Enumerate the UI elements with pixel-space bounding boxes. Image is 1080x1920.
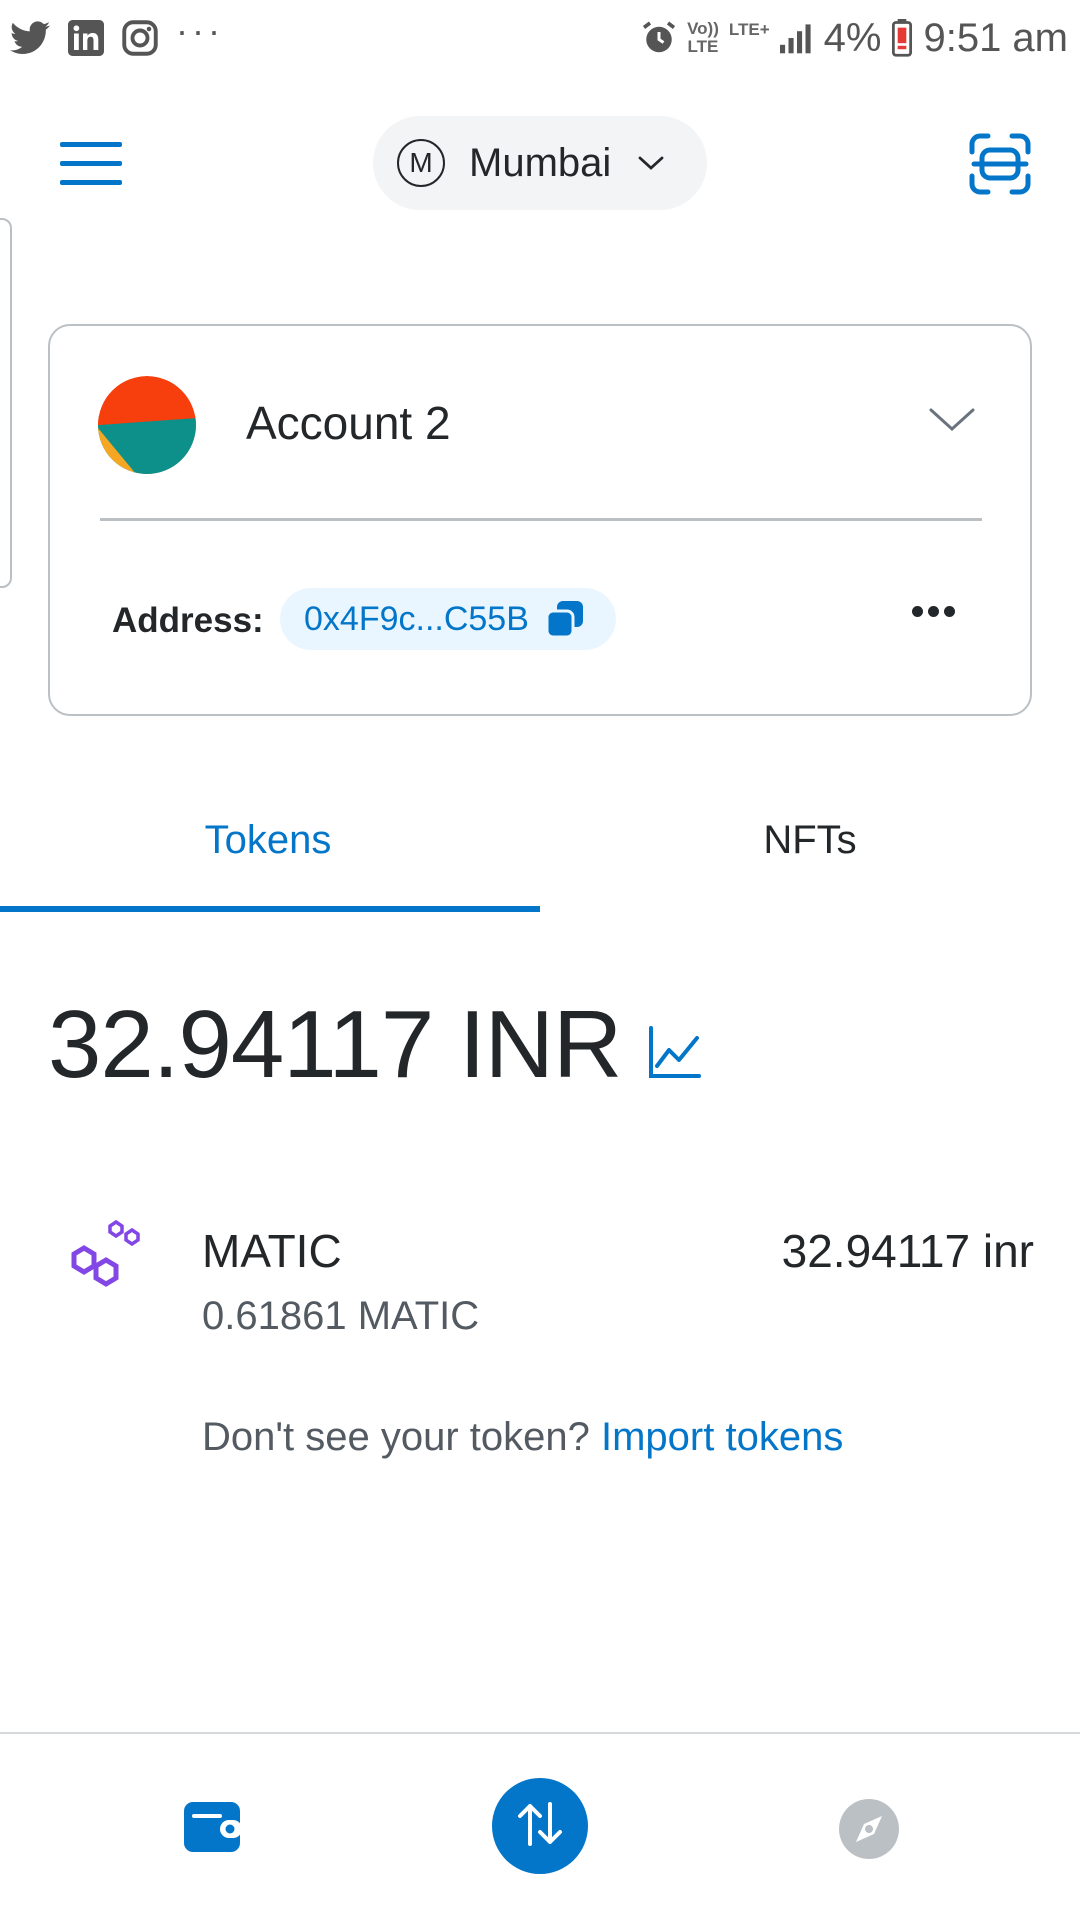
- app-header: M Mumbai: [0, 110, 1080, 220]
- portfolio-chart-icon[interactable]: [647, 1024, 703, 1080]
- address-label: Address:: [112, 601, 264, 640]
- hamburger-menu-icon[interactable]: [60, 142, 122, 188]
- address-copy-button[interactable]: 0x4F9c...C55B: [280, 588, 616, 650]
- linkedin-icon: [68, 20, 104, 56]
- browser-compass-icon[interactable]: [838, 1798, 900, 1865]
- lte-plus-indicator: LTE+: [728, 20, 770, 39]
- token-amount: 0.61861 MATIC: [202, 1294, 480, 1338]
- wallet-icon[interactable]: [182, 1800, 244, 1859]
- account-card: Account 2 Address: 0x4F9c...C55B: [48, 324, 1032, 716]
- chevron-down-icon: [637, 154, 665, 172]
- swap-button[interactable]: [492, 1778, 588, 1874]
- token-row-matic[interactable]: MATIC 0.61861 MATIC 32.94117 inr: [0, 1200, 1080, 1350]
- import-prompt-text: Don't see your token?: [202, 1415, 590, 1459]
- signal-icon: [779, 22, 814, 54]
- battery-percent: 4%: [823, 15, 882, 60]
- overflow-notifications: ···: [176, 10, 224, 51]
- network-selector[interactable]: M Mumbai: [373, 116, 707, 210]
- drawer-edge[interactable]: [0, 218, 12, 588]
- tab-tokens[interactable]: Tokens: [0, 780, 540, 912]
- account-avatar: [98, 376, 196, 474]
- swap-arrows-icon: [514, 1798, 566, 1855]
- asset-tabs: Tokens NFTs: [0, 780, 1080, 912]
- account-name[interactable]: Account 2: [246, 396, 451, 450]
- card-divider: [100, 518, 982, 521]
- more-options-icon[interactable]: [912, 606, 955, 617]
- import-tokens-link[interactable]: Import tokens: [601, 1415, 843, 1459]
- token-symbol: MATIC: [202, 1225, 342, 1277]
- total-balance: 32.94117 INR: [48, 985, 703, 1105]
- network-avatar: M: [397, 139, 445, 187]
- copy-icon: [545, 599, 585, 639]
- clock: 9:51 am: [923, 15, 1068, 60]
- twitter-icon: [10, 21, 50, 55]
- volte-indicator: Vo)) LTE: [687, 19, 719, 56]
- instagram-icon: [122, 20, 158, 56]
- import-tokens-prompt: Don't see your token? Import tokens: [202, 1415, 843, 1460]
- network-name: Mumbai: [469, 140, 612, 185]
- bottom-nav-divider: [0, 1732, 1080, 1734]
- matic-token-icon: [58, 1210, 146, 1303]
- token-fiat-value: 32.94117 inr: [781, 1225, 1034, 1277]
- tab-tokens-label: Tokens: [204, 818, 332, 862]
- wallet-screen: ··· Vo)) LTE LTE+ 4% 9:51 am M Mumbai Ac…: [0, 0, 1080, 1920]
- account-address: 0x4F9c...C55B: [304, 599, 529, 638]
- status-bar: ··· Vo)) LTE LTE+ 4% 9:51 am: [0, 0, 1080, 76]
- battery-icon: [891, 19, 913, 57]
- chevron-down-icon[interactable]: [928, 406, 976, 439]
- qr-scan-icon[interactable]: [968, 132, 1032, 196]
- balance-value: 32.94117 INR: [48, 991, 622, 1098]
- active-tab-indicator: [0, 906, 540, 912]
- notification-icons: ···: [10, 13, 224, 56]
- system-icons: Vo)) LTE LTE+ 4% 9:51 am: [641, 16, 1068, 61]
- tab-nfts-label: NFTs: [763, 818, 857, 862]
- alarm-icon: [641, 20, 677, 56]
- tab-nfts[interactable]: NFTs: [540, 780, 1080, 912]
